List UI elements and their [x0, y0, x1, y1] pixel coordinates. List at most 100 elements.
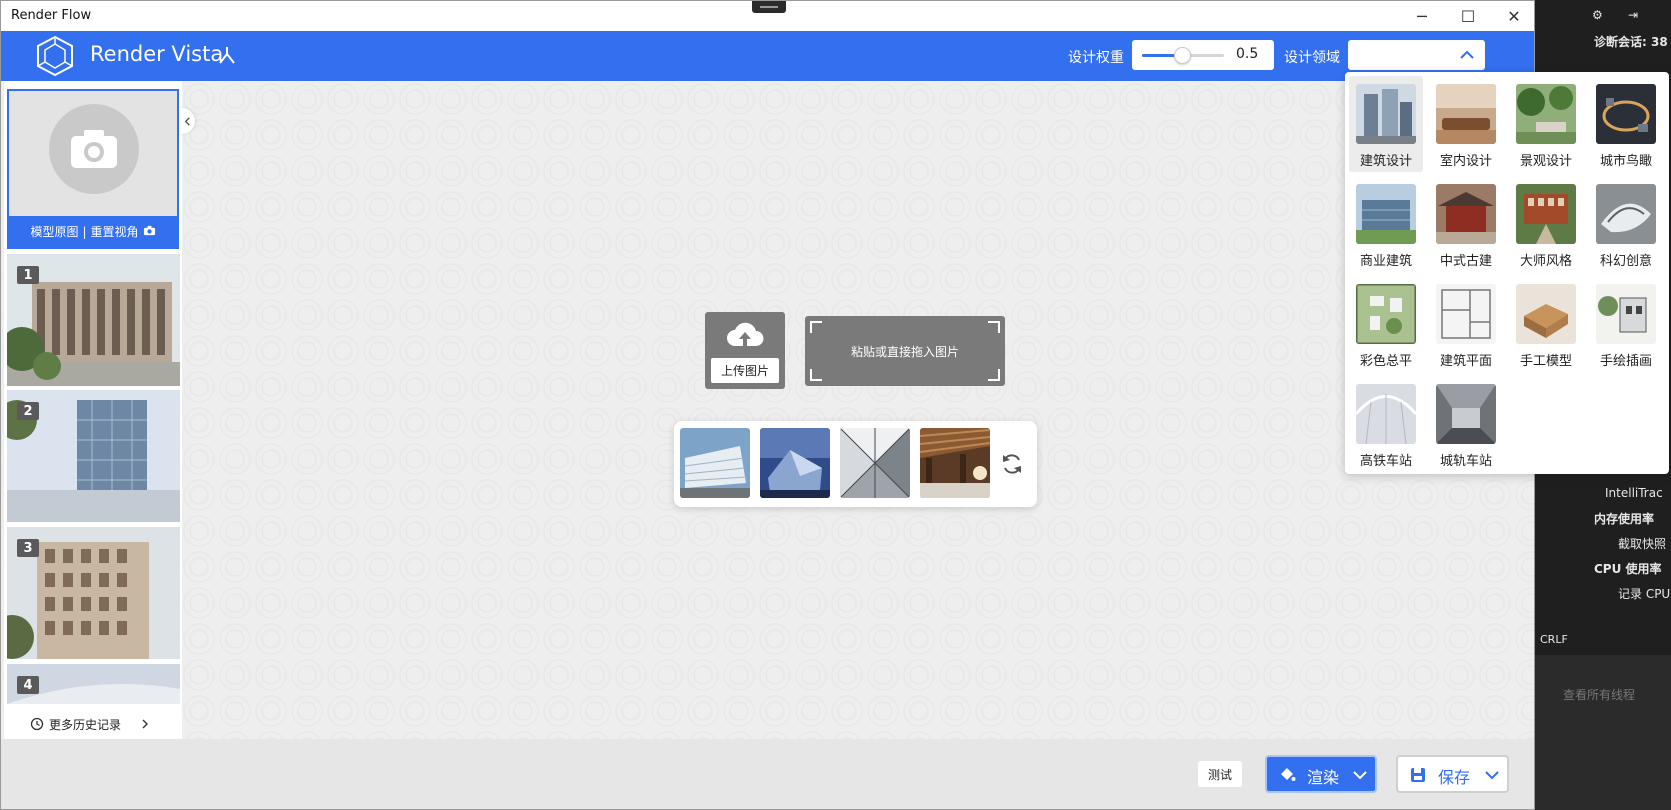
drag-grip[interactable] [752, 1, 786, 13]
close-button[interactable]: ✕ [1491, 3, 1537, 29]
history-icon [30, 717, 44, 731]
chevron-right-icon [142, 719, 149, 729]
history-item-3[interactable]: 3 [7, 527, 180, 659]
domain-option-architecture[interactable]: 建筑设计 [1349, 76, 1423, 172]
domain-option-label: 手工模型 [1519, 354, 1572, 369]
history-index-badge: 4 [17, 676, 39, 694]
domain-thumbnail [1356, 284, 1416, 344]
domain-thumbnail [1516, 284, 1576, 344]
sample-image-3[interactable] [840, 428, 910, 498]
more-history-link[interactable]: 更多历史记录 [30, 713, 170, 735]
domain-option-label: 室内设计 [1439, 154, 1492, 169]
domain-option-scifi[interactable]: 科幻创意 [1589, 176, 1663, 272]
history-item-2[interactable]: 2 [7, 390, 180, 522]
domain-option-commercial[interactable]: 商业建筑 [1349, 176, 1423, 272]
paste-drop-zone[interactable]: 粘贴或直接拖入图片 [805, 316, 1005, 386]
sample-image-4[interactable] [920, 428, 990, 498]
logo-icon [37, 35, 73, 77]
render-button[interactable]: 渲染 [1265, 755, 1377, 793]
domain-option-label: 建筑设计 [1359, 154, 1412, 169]
domain-thumbnail [1596, 84, 1656, 144]
weight-slider-thumb[interactable] [1174, 47, 1191, 64]
design-domain-label: 设计领域 [1284, 50, 1340, 66]
ide-crlf[interactable]: CRLF [1540, 633, 1568, 646]
ide-snapshot[interactable]: 截取快照 [1618, 535, 1666, 552]
domain-option-high-speed-rail[interactable]: 高铁车站 [1349, 376, 1423, 472]
upload-image-label: 上传图片 [711, 358, 779, 383]
domain-option-label: 科幻创意 [1599, 254, 1652, 269]
domain-option-metro-station[interactable]: 城轨车站 [1429, 376, 1503, 472]
domain-option-master-style[interactable]: 大师风格 [1509, 176, 1583, 272]
ide-threads[interactable]: 查看所有线程 [1563, 686, 1635, 703]
chevron-down-icon[interactable] [1352, 767, 1368, 783]
app-name: Render Vista [90, 42, 224, 66]
save-label: 保存 [1438, 768, 1471, 787]
upload-image-button[interactable]: 上传图片 [705, 312, 785, 389]
weight-value: 0.5 [1236, 46, 1259, 62]
chevron-down-icon[interactable] [1484, 767, 1500, 783]
ide-cpu-heading: CPU 使用率 [1594, 562, 1662, 576]
history-item-4[interactable]: 4 [7, 664, 180, 704]
domain-thumbnail [1436, 84, 1496, 144]
test-button[interactable]: 测试 [1198, 761, 1242, 787]
refresh-icon[interactable] [999, 451, 1025, 477]
window-title: Render Flow [11, 8, 92, 23]
domain-option-interior[interactable]: 室内设计 [1429, 76, 1503, 172]
chevron-up-icon [1460, 50, 1474, 59]
maximize-button[interactable]: ☐ [1445, 3, 1491, 29]
history-sidebar: 模型原图 | 重置视角 1 2 3 4 更多历史记录 [4, 81, 182, 739]
minimize-button[interactable]: ─ [1399, 3, 1445, 29]
sample-images-panel [674, 421, 1037, 507]
history-index-badge: 2 [17, 402, 39, 420]
sign-out-icon[interactable]: ⇥ [1628, 8, 1638, 22]
paint-bucket-icon [1281, 768, 1296, 781]
app-header: Render Vista 设计权重 0.5 设计领域 [1, 31, 1534, 81]
domain-option-hand-drawn[interactable]: 手绘插画 [1589, 276, 1663, 372]
domain-option-aerial[interactable]: 城市鸟瞰 [1589, 76, 1663, 172]
domain-thumbnail [1436, 384, 1496, 444]
history-index-badge: 1 [17, 266, 39, 284]
ide-intellitrace[interactable]: IntelliTrac [1605, 486, 1663, 500]
history-index-badge: 3 [17, 539, 39, 557]
sample-image-1[interactable] [680, 428, 750, 498]
user-icon[interactable] [217, 45, 237, 65]
title-bar[interactable]: Render Flow ─ ☐ ✕ [1, 1, 1534, 31]
domain-option-floor-plan[interactable]: 建筑平面 [1429, 276, 1503, 372]
domain-option-label: 彩色总平 [1359, 354, 1412, 369]
canvas-area[interactable] [1, 81, 1534, 739]
domain-thumbnail [1436, 184, 1496, 244]
model-original-button[interactable]: 模型原图 [30, 223, 78, 240]
bar-separator: | [82, 224, 87, 239]
domain-thumbnail [1516, 84, 1576, 144]
sample-image-2[interactable] [760, 428, 830, 498]
original-model-card[interactable]: 模型原图 | 重置视角 [7, 89, 179, 249]
render-label: 渲染 [1307, 768, 1340, 787]
domain-thumbnail [1516, 184, 1576, 244]
reset-view-button[interactable]: 重置视角 [91, 223, 139, 240]
save-icon [1411, 768, 1425, 782]
domain-option-handmade-model[interactable]: 手工模型 [1509, 276, 1583, 372]
design-weight-control: 0.5 [1132, 40, 1274, 70]
domain-option-color-site-plan[interactable]: 彩色总平 [1349, 276, 1423, 372]
history-item-1[interactable]: 1 [7, 254, 180, 386]
app-window: Render Flow ─ ☐ ✕ Render Vista 设计权重 0.5 … [0, 0, 1669, 810]
ide-record-cpu[interactable]: 记录 CPU [1618, 585, 1670, 602]
ide-diag-session: 诊断会话: 38 [1594, 35, 1668, 49]
domain-thumbnail [1356, 84, 1416, 144]
camera-small-icon[interactable] [143, 224, 156, 240]
domain-option-label: 城市鸟瞰 [1599, 154, 1652, 169]
gear-icon[interactable]: ⚙ [1592, 8, 1603, 22]
design-domain-dropdown: 建筑设计 室内设计 景观设计 城市鸟瞰 商业建筑 中式古建 大师风格 科幻创意 … [1345, 72, 1669, 474]
ide-memory-heading: 内存使用率 [1594, 512, 1655, 526]
domain-thumbnail [1596, 284, 1656, 344]
domain-option-label: 手绘插画 [1599, 354, 1652, 369]
domain-option-label: 城轨车站 [1439, 454, 1492, 469]
domain-option-label: 商业建筑 [1359, 254, 1412, 269]
domain-option-chinese-ancient[interactable]: 中式古建 [1429, 176, 1503, 272]
camera-icon [49, 104, 139, 194]
corner-mark [988, 321, 1000, 333]
save-button[interactable]: 保存 [1396, 755, 1509, 793]
design-domain-select[interactable] [1348, 40, 1485, 70]
domain-option-label: 高铁车站 [1359, 454, 1412, 469]
domain-option-landscape[interactable]: 景观设计 [1509, 76, 1583, 172]
